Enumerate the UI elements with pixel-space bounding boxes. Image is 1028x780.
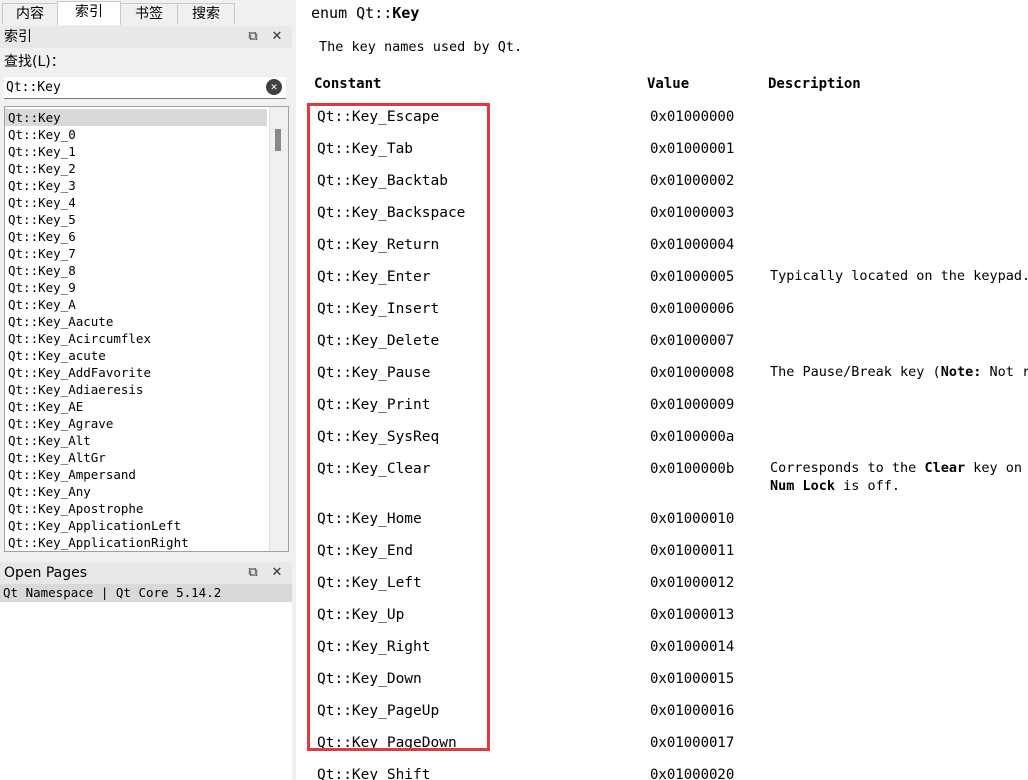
description-line: Corresponds to the Clear key on	[770, 459, 1022, 477]
index-list-item[interactable]: Qt::Key_ApplicationLeft	[5, 517, 267, 534]
index-list-item[interactable]: Qt::Key_8	[5, 262, 267, 279]
index-list-item[interactable]: Qt::Key_acute	[5, 347, 267, 364]
key-description: Corresponds to the Clear key on Num Lock …	[770, 459, 1022, 495]
description-text: key on	[965, 460, 1022, 476]
open-pages-title: Open Pages	[4, 565, 88, 581]
index-list-item[interactable]: Qt::Key_5	[5, 211, 267, 228]
index-list-item[interactable]: Qt::Key_Agrave	[5, 415, 267, 432]
float-icon[interactable]: ⧉	[244, 26, 262, 48]
index-search-input[interactable]: Qt::Key ✕	[4, 77, 286, 99]
key-value: 0x01000006	[650, 301, 735, 317]
index-list-item[interactable]: Qt::Key_AE	[5, 398, 267, 415]
header-value: Value	[647, 76, 690, 92]
highlight-box	[307, 103, 490, 751]
index-list-item[interactable]: Qt::Key_2	[5, 160, 267, 177]
description-text: Typically located on the keypad.	[770, 268, 1028, 284]
key-value: 0x01000004	[650, 237, 735, 253]
description-line: The Pause/Break key (Note: Not r	[770, 363, 1028, 381]
key-value: 0x01000012	[650, 575, 735, 591]
key-description: Typically located on the keypad.	[770, 267, 1028, 285]
index-list-item[interactable]: Qt::Key_7	[5, 245, 267, 262]
key-value: 0x01000000	[650, 109, 735, 125]
enum-name: Key	[392, 4, 420, 22]
index-list-item[interactable]: Qt::Key_Any	[5, 483, 267, 500]
index-list-item[interactable]: Qt::Key_Adiaeresis	[5, 381, 267, 398]
key-value: 0x01000001	[650, 141, 735, 157]
key-value: 0x01000011	[650, 543, 735, 559]
index-list-item[interactable]: Qt::Key_9	[5, 279, 267, 296]
key-value: 0x01000003	[650, 205, 735, 221]
clear-search-icon[interactable]: ✕	[266, 79, 282, 95]
key-value: 0x01000007	[650, 333, 735, 349]
description-text: Corresponds to the	[770, 460, 925, 476]
open-page-item[interactable]: Qt Namespace | Qt Core 5.14.2	[0, 584, 292, 602]
index-list-item[interactable]: Qt::Key_A	[5, 296, 267, 313]
key-value: 0x01000013	[650, 607, 735, 623]
index-list-item[interactable]: Qt::Key_Acircumflex	[5, 330, 267, 347]
index-list-item[interactable]: Qt::Key_3	[5, 177, 267, 194]
index-list[interactable]: Qt::Key Qt::Key_0 Qt::Key_1 Qt::Key_2 Qt::Ke…	[4, 106, 289, 552]
tab-bookmarks[interactable]: 书签	[120, 3, 178, 24]
index-list-item[interactable]: Qt::Key	[5, 109, 267, 126]
description-line: Num Lock is off.	[770, 477, 1022, 495]
index-list-items: Qt::Key Qt::Key_0 Qt::Key_1 Qt::Key_2 Qt::Ke…	[5, 109, 267, 551]
index-dock-title: 索引	[4, 29, 32, 45]
documentation-view: enum Qt::Key The key names used by Qt. C…	[296, 0, 1028, 780]
index-list-item[interactable]: Qt::Key_Aacute	[5, 313, 267, 330]
header-description: Description	[768, 76, 861, 92]
table-row: Qt::Key_Shift 0x01000020	[296, 766, 1028, 780]
index-list-item[interactable]: Qt::Key_AddFavorite	[5, 364, 267, 381]
index-list-item[interactable]: Qt::Key_Ampersand	[5, 466, 267, 483]
help-sidebar: 内容 索引 书签 搜索 索引 ⧉ ✕ 查找(L)： Qt::Key ✕ Qt::…	[0, 0, 292, 780]
index-list-item[interactable]: Qt::Key_1	[5, 143, 267, 160]
float-icon[interactable]: ⧉	[244, 562, 262, 584]
scrollbar-thumb[interactable]	[275, 129, 281, 151]
description-bold-text: Note:	[940, 364, 982, 380]
search-input-value: Qt::Key	[6, 80, 61, 95]
key-value: 0x01000008	[650, 365, 735, 381]
open-pages-area	[0, 602, 292, 780]
index-list-item[interactable]: Qt::Key_4	[5, 194, 267, 211]
tab-contents[interactable]: 内容	[2, 3, 58, 24]
close-icon[interactable]: ✕	[268, 26, 286, 48]
close-icon[interactable]: ✕	[268, 562, 286, 584]
index-list-item[interactable]: Qt::Key_6	[5, 228, 267, 245]
open-pages-titlebar: Open Pages ⧉ ✕	[0, 562, 292, 584]
sidebar-tab-bar: 内容 索引 书签 搜索	[0, 0, 292, 25]
key-description: The Pause/Break key (Note: Not r	[770, 363, 1028, 381]
enum-heading: enum Qt::Key	[311, 4, 419, 22]
tab-search[interactable]: 搜索	[177, 3, 235, 24]
index-dock-titlebar: 索引 ⧉ ✕	[0, 26, 292, 48]
key-value: 0x01000010	[650, 511, 735, 527]
header-constant: Constant	[314, 76, 382, 92]
tab-index[interactable]: 索引	[57, 1, 121, 25]
key-value: 0x01000015	[650, 671, 735, 687]
index-list-item[interactable]: Qt::Key_0	[5, 126, 267, 143]
key-value: 0x01000002	[650, 173, 735, 189]
key-value: 0x01000016	[650, 703, 735, 719]
description-line: Typically located on the keypad.	[770, 267, 1028, 285]
description-bold-text: Num Lock	[770, 478, 836, 494]
enum-intro: The key names used by Qt.	[319, 39, 523, 55]
key-value: 0x0100000b	[650, 461, 735, 477]
key-value: 0x01000020	[650, 767, 735, 780]
key-constant: Qt::Key_Shift	[317, 767, 431, 780]
key-value: 0x01000014	[650, 639, 735, 655]
enum-prefix: enum Qt::	[311, 4, 393, 22]
key-value: 0x01000005	[650, 269, 735, 285]
description-text: is off.	[835, 478, 901, 494]
key-value: 0x01000009	[650, 397, 735, 413]
index-list-item[interactable]: Qt::Key_ApplicationRight	[5, 534, 267, 551]
description-text: The Pause/Break key (	[770, 364, 941, 380]
index-list-item[interactable]: Qt::Key_Alt	[5, 432, 267, 449]
index-list-scrollbar[interactable]	[269, 107, 288, 551]
index-list-item[interactable]: Qt::Key_Apostrophe	[5, 500, 267, 517]
key-value: 0x0100000a	[650, 429, 735, 445]
key-value: 0x01000017	[650, 735, 735, 751]
find-label: 查找(L)：	[4, 54, 65, 70]
index-list-item[interactable]: Qt::Key_AltGr	[5, 449, 267, 466]
description-text: Not r	[981, 364, 1028, 380]
description-bold-text: Clear	[924, 460, 966, 476]
